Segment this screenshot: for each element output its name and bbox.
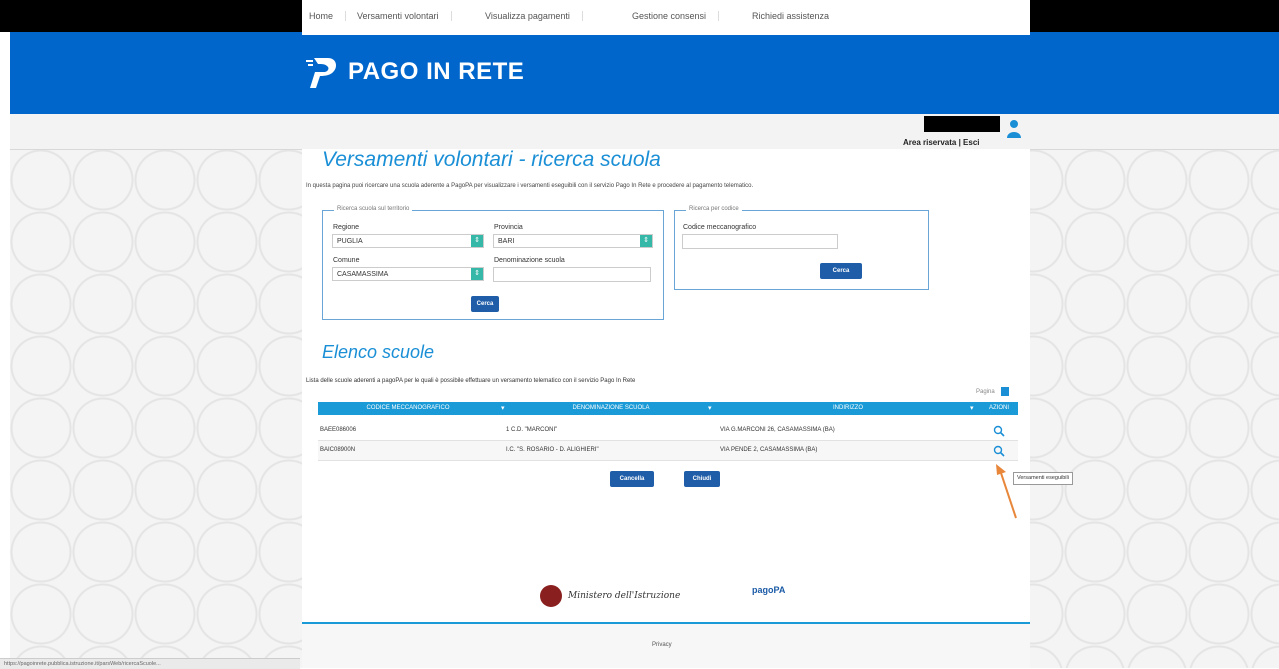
search-icon[interactable] <box>993 444 1005 457</box>
comune-value: CASAMASSIMA <box>337 271 389 278</box>
provincia-label: Provincia <box>494 224 523 231</box>
redacted-username <box>924 116 1000 132</box>
arrow-annotation-icon <box>996 464 1017 519</box>
list-description: Lista delle scuole aderenti a pagoPA per… <box>306 378 636 384</box>
pagina-label: Pagina <box>976 389 995 395</box>
cell-indirizzo: VIA PENDE 2, CASAMASSIMA (BA) <box>720 447 818 453</box>
comune-select[interactable]: CASAMASSIMA ⇕ <box>332 267 484 281</box>
sort-arrow-icon[interactable]: ▾ <box>708 402 712 415</box>
regione-value: PUGLIA <box>337 238 363 245</box>
territory-legend: Ricerca scuola sul territorio <box>334 206 413 212</box>
provincia-select[interactable]: BARI ⇕ <box>493 234 653 248</box>
col-indirizzo[interactable]: INDIRIZZO <box>718 402 978 415</box>
navbar <box>10 114 1279 150</box>
ministero-logo: Ministero dell'Istruzione <box>540 585 680 607</box>
area-riservata-link[interactable]: Area riservata | Esci <box>903 138 980 147</box>
logo[interactable]: PAGO IN RETE <box>306 52 524 92</box>
col-denominazione[interactable]: DENOMINAZIONE SCUOLA <box>511 402 711 415</box>
privacy-link[interactable]: Privacy <box>652 642 672 648</box>
table-header: CODICE MECCANOGRAFICO ▾ DENOMINAZIONE SC… <box>318 402 1018 415</box>
regione-label: Regione <box>333 224 360 231</box>
close-button[interactable]: Chiudi <box>684 471 720 487</box>
user-icon[interactable] <box>1007 119 1021 139</box>
codice-label: Codice meccanografico <box>683 224 757 231</box>
app-title: PAGO IN RETE <box>348 58 525 85</box>
table-row: BAIC08900N I.C. "S. ROSARIO - D. ALIGHIE… <box>318 441 1018 461</box>
page-title: Versamenti volontari - ricerca scuola <box>322 148 661 171</box>
nav-richiedi-assistenza[interactable]: Richiedi assistenza <box>752 11 841 21</box>
nav-home[interactable]: Home <box>309 11 347 21</box>
comune-dropdown-icon: ⇕ <box>471 268 483 280</box>
denominazione-label: Denominazione scuola <box>494 257 565 264</box>
cell-codice: BAIC08900N <box>320 447 356 453</box>
provincia-dropdown-icon: ⇕ <box>640 235 652 247</box>
col-codice[interactable]: CODICE MECCANOGRAFICO <box>318 402 498 415</box>
status-bar-url: https://pagoinrete.pubblica.istruzione.i… <box>0 658 300 669</box>
cell-denominazione: 1 C.D. "MARCONI" <box>506 427 558 433</box>
page-description: In questa pagina puoi ricercare una scuo… <box>306 183 754 189</box>
cell-denominazione: I.C. "S. ROSARIO - D. ALIGHIERI" <box>506 447 599 453</box>
territory-search-button[interactable]: Cerca <box>471 296 499 312</box>
denominazione-input[interactable] <box>493 267 651 282</box>
nav-gestione-consensi[interactable]: Gestione consensi <box>632 11 720 21</box>
page-icon[interactable] <box>1001 387 1009 396</box>
header <box>10 32 1279 114</box>
code-legend: Ricerca per codice <box>686 206 742 212</box>
cancel-button[interactable]: Cancella <box>610 471 654 487</box>
comune-label: Comune <box>333 257 360 264</box>
sort-arrow-icon[interactable]: ▾ <box>970 402 974 415</box>
nav-visualizza-pagamenti[interactable]: Visualizza pagamenti <box>485 11 583 21</box>
list-title: Elenco scuole <box>322 342 435 362</box>
cell-codice: BAEE086006 <box>320 427 357 433</box>
nav-versamenti-volontari[interactable]: Versamenti volontari <box>357 11 452 21</box>
pago-logo-icon <box>306 54 340 90</box>
table-row: BAEE086006 1 C.D. "MARCONI" VIA G.MARCON… <box>318 421 1018 441</box>
codice-input[interactable] <box>682 234 838 249</box>
col-azioni: AZIONI <box>988 405 1009 411</box>
regione-select[interactable]: PUGLIA ⇕ <box>332 234 484 248</box>
regione-dropdown-icon: ⇕ <box>471 235 483 247</box>
pagopa-logo: pagoPA <box>752 585 786 595</box>
search-icon[interactable] <box>993 424 1005 437</box>
emblem-icon <box>540 585 562 607</box>
code-search-panel <box>674 210 929 290</box>
cell-indirizzo: VIA G.MARCONI 26, CASAMASSIMA (BA) <box>720 427 835 433</box>
provincia-value: BARI <box>498 238 515 245</box>
sort-arrow-icon[interactable]: ▾ <box>501 402 505 415</box>
code-search-button[interactable]: Cerca <box>820 263 862 279</box>
ministero-text: Ministero dell'Istruzione <box>568 591 681 601</box>
